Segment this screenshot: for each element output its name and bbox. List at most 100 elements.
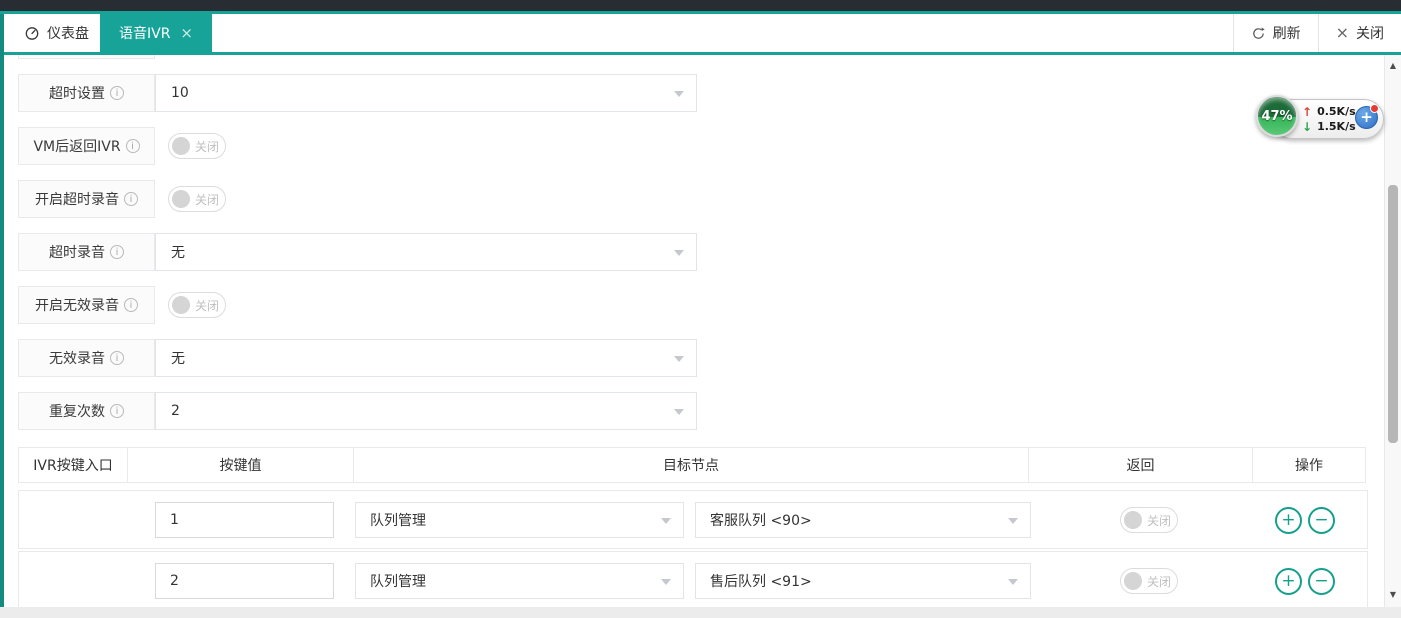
return-toggle[interactable]: 关闭 xyxy=(1120,507,1178,533)
add-row-button[interactable]: + xyxy=(1275,568,1302,595)
key-value-text: 1 xyxy=(170,512,179,528)
node-type-select[interactable]: 队列管理 xyxy=(355,502,684,538)
toggle-state-label: 关闭 xyxy=(195,138,219,155)
download-speed: 1.5K/s xyxy=(1317,120,1356,133)
minus-icon: − xyxy=(1314,512,1328,529)
toggle-state-label: 关闭 xyxy=(1147,573,1171,590)
select-value: 2 xyxy=(171,403,180,419)
tab-voice-ivr[interactable]: 语音IVR × xyxy=(100,11,212,55)
topbar-actions: 刷新 × 关闭 xyxy=(1233,14,1401,52)
tab-dashboard-label: 仪表盘 xyxy=(47,23,89,43)
invalid-recording-select[interactable]: 无 xyxy=(155,339,697,377)
add-row-button[interactable]: + xyxy=(1275,507,1302,534)
timeout-recording-select[interactable]: 无 xyxy=(155,233,697,271)
bottom-edge-strip xyxy=(0,607,1401,618)
select-value: 客服队列 <90> xyxy=(710,510,812,530)
field-row-repeat-count: 重复次数 i 2 xyxy=(18,392,718,430)
repeat-count-select[interactable]: 2 xyxy=(155,392,697,430)
caret-down-icon xyxy=(661,579,671,585)
info-icon[interactable]: i xyxy=(110,404,124,418)
percent-label: 47% xyxy=(1261,109,1292,124)
key-value-input[interactable]: 1 xyxy=(155,502,334,538)
vm-return-ivr-toggle[interactable]: 关闭 xyxy=(168,133,226,159)
field-label-text: 开启无效录音 xyxy=(35,295,119,315)
header-ivr-key-entry: IVR按键入口 xyxy=(18,447,128,483)
left-accent-strip xyxy=(0,14,4,607)
caret-down-icon xyxy=(674,91,684,97)
target-queue-select[interactable]: 客服队列 <90> xyxy=(695,502,1031,538)
field-row-invalid-recording: 无效录音 i 无 xyxy=(18,339,718,377)
remove-row-button[interactable]: − xyxy=(1308,568,1335,595)
field-row-timeout-recording: 超时录音 i 无 xyxy=(18,233,718,271)
key-value-text: 2 xyxy=(170,573,179,589)
close-button[interactable]: × 关闭 xyxy=(1318,14,1401,52)
toggle-state-label: 关闭 xyxy=(195,297,219,314)
toggle-knob xyxy=(1124,511,1142,529)
widget-add-button[interactable]: + xyxy=(1355,106,1378,129)
scrollbar-thumb[interactable] xyxy=(1388,185,1398,443)
field-label-text: 无效录音 xyxy=(49,348,105,368)
scroll-down-icon[interactable]: ▼ xyxy=(1385,590,1401,599)
info-icon[interactable]: i xyxy=(110,351,124,365)
enable-timeout-recording-toggle[interactable]: 关闭 xyxy=(168,186,226,212)
field-label: 开启无效录音 i xyxy=(18,286,155,324)
info-icon[interactable]: i xyxy=(124,298,138,312)
info-icon[interactable]: i xyxy=(110,86,124,100)
target-queue-select[interactable]: 售后队列 <91> xyxy=(695,563,1031,599)
field-label-text: 重复次数 xyxy=(49,401,105,421)
field-label-text: 超时设置 xyxy=(49,83,105,103)
caret-down-icon xyxy=(674,250,684,256)
upload-speed: 0.5K/s xyxy=(1317,105,1356,118)
table-row: 1 队列管理 客服队列 <90> 关闭 + − xyxy=(18,490,1368,549)
plus-icon: + xyxy=(1281,512,1295,529)
field-label: 重复次数 i xyxy=(18,392,155,430)
memory-percent-badge[interactable]: 47% xyxy=(1256,95,1298,137)
node-type-select[interactable]: 队列管理 xyxy=(355,563,684,599)
field-label: VM后返回IVR i xyxy=(18,127,155,165)
field-label: 超时设置 i xyxy=(18,74,155,112)
clipped-field-box xyxy=(18,55,155,59)
timeout-setting-select[interactable]: 10 xyxy=(155,74,697,112)
field-label: 超时录音 i xyxy=(18,233,155,271)
info-icon[interactable]: i xyxy=(126,139,140,153)
tab-voice-ivr-label: 语音IVR xyxy=(119,23,170,43)
notification-dot xyxy=(1370,104,1379,113)
refresh-button[interactable]: 刷新 xyxy=(1233,14,1318,52)
tab-dashboard[interactable]: 仪表盘 xyxy=(16,14,97,52)
info-icon[interactable]: i xyxy=(110,245,124,259)
field-row-enable-timeout-recording: 开启超时录音 i 关闭 xyxy=(18,180,718,218)
upload-arrow-icon: ↑ xyxy=(1302,106,1312,118)
field-label-text: VM后返回IVR xyxy=(33,136,120,156)
info-icon[interactable]: i xyxy=(124,192,138,206)
refresh-label: 刷新 xyxy=(1273,23,1301,43)
remove-row-button[interactable]: − xyxy=(1308,507,1335,534)
caret-down-icon xyxy=(1008,518,1018,524)
net-speeds: ↑ 0.5K/s ↓ 1.5K/s xyxy=(1302,99,1356,139)
minus-icon: − xyxy=(1314,573,1328,590)
refresh-icon xyxy=(1251,26,1266,41)
header-key-value: 按键值 xyxy=(127,447,354,483)
net-speed-widget[interactable]: ↑ 0.5K/s ↓ 1.5K/s + 47% xyxy=(1256,95,1388,143)
enable-invalid-recording-toggle[interactable]: 关闭 xyxy=(168,292,226,318)
field-label: 无效录音 i xyxy=(18,339,155,377)
app-window: 仪表盘 语音IVR × 刷新 × 关闭 超时设置 i 10 xyxy=(0,0,1401,618)
return-toggle[interactable]: 关闭 xyxy=(1120,568,1178,594)
field-row-vm-return-ivr: VM后返回IVR i 关闭 xyxy=(18,127,718,165)
plus-icon: + xyxy=(1360,110,1373,125)
select-value: 10 xyxy=(171,85,189,101)
select-value: 队列管理 xyxy=(370,510,426,530)
tab-close-icon[interactable]: × xyxy=(180,26,193,41)
header-target-node: 目标节点 xyxy=(353,447,1029,483)
close-icon: × xyxy=(1336,25,1349,41)
field-label-text: 超时录音 xyxy=(49,242,105,262)
toggle-state-label: 关闭 xyxy=(195,191,219,208)
caret-down-icon xyxy=(661,518,671,524)
field-label: 开启超时录音 i xyxy=(18,180,155,218)
toggle-state-label: 关闭 xyxy=(1147,512,1171,529)
caret-down-icon xyxy=(674,409,684,415)
window-top-strip xyxy=(0,0,1401,11)
scroll-up-icon[interactable]: ▲ xyxy=(1385,61,1401,70)
header-return: 返回 xyxy=(1028,447,1253,483)
select-value: 无 xyxy=(171,348,185,368)
key-value-input[interactable]: 2 xyxy=(155,563,334,599)
